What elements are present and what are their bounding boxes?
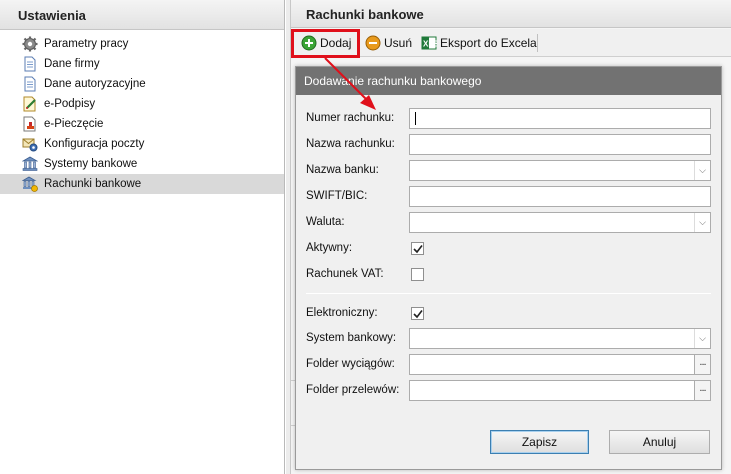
- annotation-arrow: [324, 57, 376, 110]
